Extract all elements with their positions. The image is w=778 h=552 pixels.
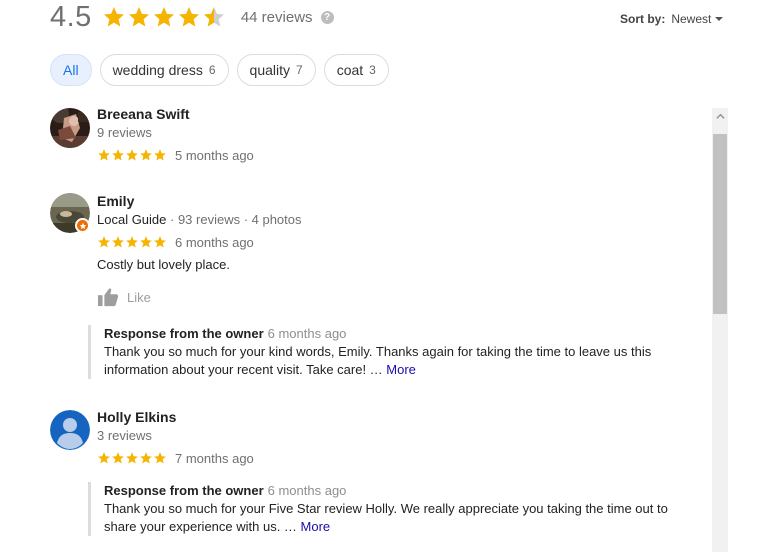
chip-all[interactable]: All [50,54,92,86]
thumbs-up-icon [98,288,119,307]
chip-count: 6 [208,63,216,77]
star-icon [178,7,199,27]
review-rating-line: 7 months ago [97,450,697,466]
chip-label: quality [249,62,290,78]
scrollbar[interactable] [712,108,728,552]
star-icon [112,236,124,248]
star-icon [140,236,152,248]
chip-quality[interactable]: quality 7 [236,54,316,86]
review-count[interactable]: 44 reviews [241,9,313,26]
reviewer-name[interactable]: Breeana Swift [97,108,697,123]
star-icon [126,452,138,464]
chevron-up-icon [715,113,725,119]
reviewer-meta[interactable]: 3 reviews [97,427,697,444]
scroll-up-button[interactable] [712,108,728,124]
review-item: Breeana Swift 9 reviews 5 months ago [50,108,700,188]
sort-value[interactable]: Newest [671,12,711,26]
star-icon [140,452,152,464]
local-guide-badge-icon [75,218,90,233]
review-body: Breeana Swift 9 reviews 5 months ago [97,108,697,163]
review-body: Holly Elkins 3 reviews 7 months ago [97,408,697,466]
more-link[interactable]: More [386,362,416,377]
star-icon [98,236,110,248]
reviewer-meta[interactable]: Local Guide · 93 reviews · 4 photos [97,211,697,228]
review-stars [97,235,167,249]
avatar-photo[interactable] [50,108,90,148]
reviewer-name[interactable]: Emily [97,192,697,210]
owner-response-header: Response from the owner 6 months ago [104,325,688,342]
star-icon [154,452,166,464]
chip-label: coat [336,62,364,78]
reviewer-stats: · 93 reviews · 4 photos [166,212,302,227]
owner-response-date: 6 months ago [267,326,347,341]
star-icon [103,7,124,27]
star-icon [128,7,149,27]
owner-response-body: Thank you so much for your kind words, E… [104,344,652,377]
half-star-icon [203,7,224,27]
owner-response-text: Thank you so much for your kind words, E… [104,343,688,379]
topic-filter-chips: All wedding dress 6 quality 7 coat 3 [50,54,397,86]
owner-response: Response from the owner 6 months ago Than… [88,482,688,536]
star-icon [154,236,166,248]
more-link[interactable]: More [301,519,331,534]
reviews-list[interactable]: Breeana Swift 9 reviews 5 months ago Emi… [50,108,728,552]
local-guide-label: Local Guide [97,212,167,227]
review-date: 6 months ago [175,234,254,250]
help-icon[interactable]: ? [320,10,334,24]
owner-response-title: Response from the owner [104,326,264,341]
review-date: 7 months ago [175,450,254,466]
star-icon [112,149,124,161]
star-icon [112,452,124,464]
like-label: Like [127,289,151,305]
chip-label: All [63,62,79,78]
review-rating-line: 6 months ago [97,234,697,250]
caret-down-icon[interactable] [715,17,724,21]
star-icon [98,149,110,161]
review-date: 5 months ago [175,147,254,163]
star-icon [140,149,152,161]
owner-response-date: 6 months ago [267,483,347,498]
star-icon [154,149,166,161]
star-icon [126,149,138,161]
review-rating-line: 5 months ago [97,147,697,163]
sort-label: Sort by: [620,12,666,26]
chip-count: 3 [369,63,376,77]
star-icon [126,236,138,248]
average-stars [102,5,227,29]
review-item: Holly Elkins 3 reviews 7 months ago Resp… [50,408,700,552]
avatar-photo[interactable] [50,193,90,233]
sort-dropdown[interactable]: Sort by: Newest [620,12,724,26]
average-rating: 4.5 [50,0,92,33]
owner-response-title: Response from the owner [104,483,264,498]
default-user-icon[interactable] [50,410,90,450]
review-text: Costly but lovely place. [97,257,230,272]
star-icon [98,452,110,464]
owner-response-text: Thank you so much for your Five Star rev… [104,500,688,536]
reviewer-name[interactable]: Holly Elkins [97,408,697,426]
review-body: Emily Local Guide · 93 reviews · 4 photo… [97,192,697,307]
review-stars [97,148,167,162]
like-button[interactable]: Like [97,287,697,307]
chip-count: 7 [296,63,303,77]
reviewer-meta[interactable]: 9 reviews [97,124,697,141]
review-item: Emily Local Guide · 93 reviews · 4 photo… [50,193,700,393]
chip-wedding-dress[interactable]: wedding dress 6 [99,54,229,86]
scrollbar-thumb[interactable] [713,134,727,314]
star-icon [153,7,174,27]
owner-response-header: Response from the owner 6 months ago [104,482,688,499]
owner-response: Response from the owner 6 months ago Than… [88,325,688,379]
owner-response-body: Thank you so much for your Five Star rev… [104,501,668,534]
chip-coat[interactable]: coat 3 [323,54,389,86]
rating-summary: 4.5 44 reviews ? [50,0,334,34]
review-stars [97,451,167,465]
chip-label: wedding dress [112,62,203,78]
